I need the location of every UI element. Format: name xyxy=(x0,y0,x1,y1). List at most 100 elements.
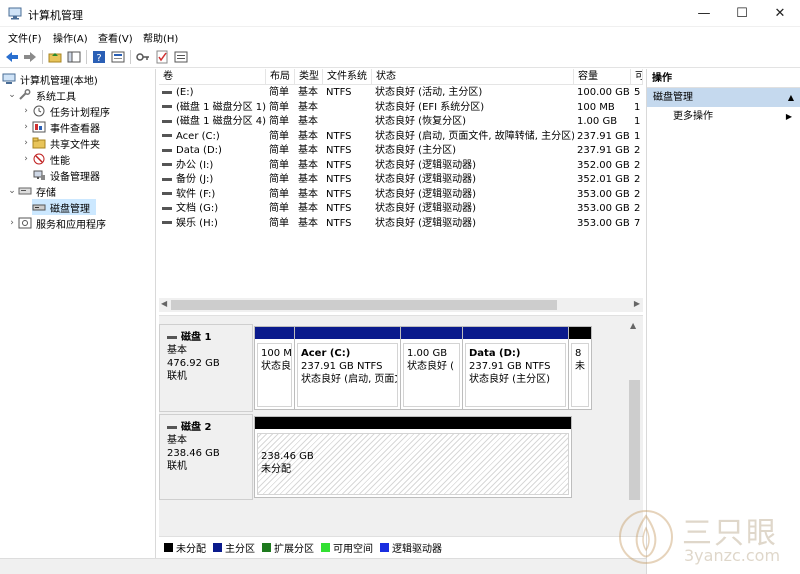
table-row[interactable]: 文档 (G:) 简单 基本 NTFS 状态良好 (逻辑驱动器) 353.00 G… xyxy=(159,202,643,217)
cell-layout: 简单 xyxy=(269,116,289,127)
legend-label: 未分配 xyxy=(176,544,206,555)
cell-capacity: 237.91 GB xyxy=(577,145,630,156)
checklist-icon[interactable] xyxy=(154,49,170,65)
menu-action[interactable]: 操作(A) xyxy=(53,30,88,45)
cell-layout: 简单 xyxy=(269,159,289,171)
chevron-down-icon[interactable]: ⌄ xyxy=(6,90,18,100)
console-tree: 计算机管理(本地) ⌄ 系统工具 › 任务计划程序 › 事件查看器 › 共享文件… xyxy=(0,69,156,574)
tree-item-system-tools[interactable]: ⌄ 系统工具 xyxy=(6,87,76,103)
export-list-icon[interactable] xyxy=(173,49,189,65)
tree-item-services-and-applications[interactable]: › 服务和应用程序 xyxy=(6,215,106,231)
actions-section-disk-management[interactable]: 磁盘管理 ▲ xyxy=(647,88,800,107)
cell-free: 1 xyxy=(634,116,641,127)
column-header-filesystem[interactable]: 文件系统 xyxy=(323,69,372,85)
column-header-capacity[interactable]: 容量 xyxy=(574,69,631,85)
key-icon[interactable] xyxy=(135,49,151,65)
tree-item-shared-folders[interactable]: › 共享文件夹 xyxy=(20,135,100,151)
cell-layout: 简单 xyxy=(269,145,289,156)
cell-volume: (磁盘 1 磁盘分区 1) xyxy=(176,101,266,113)
tree-item-label: 系统工具 xyxy=(36,91,76,103)
chevron-right-icon[interactable]: › xyxy=(20,106,32,116)
partition-recovery[interactable]: 1.00 GB 状态良好 ( xyxy=(401,327,463,409)
help-icon[interactable]: ? xyxy=(91,49,107,65)
cell-type: 基本 xyxy=(298,203,318,214)
scroll-up-icon[interactable]: ▲ xyxy=(630,321,636,330)
close-button[interactable]: ✕ xyxy=(761,0,799,27)
scrollbar-thumb[interactable] xyxy=(629,380,640,500)
event-viewer-icon xyxy=(32,121,46,133)
volume-icon xyxy=(162,134,172,137)
more-actions-item[interactable]: 更多操作 ▶ xyxy=(647,107,800,126)
cell-type: 基本 xyxy=(298,159,318,171)
volume-icon xyxy=(162,163,172,166)
column-header-free[interactable]: 可 xyxy=(631,69,643,85)
tree-item-computer-management[interactable]: 计算机管理(本地) xyxy=(2,71,98,87)
table-row[interactable]: 软件 (F:) 简单 基本 NTFS 状态良好 (逻辑驱动器) 353.00 G… xyxy=(159,188,643,203)
up-folder-icon[interactable] xyxy=(47,49,63,65)
table-row[interactable]: Acer (C:) 简单 基本 NTFS 状态良好 (启动, 页面文件, 故障转… xyxy=(159,130,643,145)
tree-item-storage[interactable]: ⌄ 存储 xyxy=(6,183,56,199)
cell-status: 状态良好 (逻辑驱动器) xyxy=(375,217,476,229)
table-row[interactable]: 娱乐 (H:) 简单 基本 NTFS 状态良好 (逻辑驱动器) 353.00 G… xyxy=(159,217,643,232)
cell-status: 状态良好 (主分区) xyxy=(375,145,456,156)
partition-c[interactable]: Acer (C:) 237.91 GB NTFS 状态良好 (启动, 页面文 xyxy=(295,327,401,409)
chevron-right-icon[interactable]: › xyxy=(20,138,32,148)
tree-item-performance[interactable]: › 性能 xyxy=(20,151,70,167)
partition-status: 未 xyxy=(575,361,585,372)
menu-file[interactable]: 文件(F) xyxy=(8,30,42,45)
tree-item-task-scheduler[interactable]: › 任务计划程序 xyxy=(20,103,110,119)
chevron-right-icon[interactable]: › xyxy=(20,122,32,132)
cell-filesystem: NTFS xyxy=(326,217,352,229)
chevron-right-icon[interactable]: › xyxy=(20,154,32,164)
computer-management-icon xyxy=(8,7,22,20)
cell-filesystem: NTFS xyxy=(326,203,352,214)
partition-size: 8 xyxy=(575,348,582,359)
properties-icon[interactable] xyxy=(110,49,126,65)
chevron-right-icon[interactable]: › xyxy=(6,218,18,228)
volume-icon xyxy=(162,221,172,224)
cell-capacity: 353.00 GB xyxy=(577,203,630,214)
tree-item-device-manager[interactable]: 设备管理器 xyxy=(32,167,100,183)
column-header-layout[interactable]: 布局 xyxy=(266,69,295,85)
menu-help[interactable]: 帮助(H) xyxy=(143,30,178,45)
disk-1-partition-map: 100 M 状态良 Acer (C:) 237.91 GB NTFS 状态良好 … xyxy=(254,326,592,410)
minimize-button[interactable]: — xyxy=(685,0,723,27)
table-row[interactable]: (磁盘 1 磁盘分区 4) 简单 基本 状态良好 (恢复分区) 1.00 GB … xyxy=(159,115,643,130)
cell-layout: 简单 xyxy=(269,87,289,98)
column-header-type[interactable]: 类型 xyxy=(295,69,323,85)
disk-1-label[interactable]: 磁盘 1 基本 476.92 GB 联机 xyxy=(159,324,253,412)
show-hide-console-tree-icon[interactable] xyxy=(66,49,82,65)
scroll-right-icon[interactable]: ▶ xyxy=(634,299,640,308)
cell-layout: 简单 xyxy=(269,217,289,229)
column-header-status[interactable]: 状态 xyxy=(372,69,574,85)
back-arrow-icon[interactable] xyxy=(4,49,20,65)
disk-2-label[interactable]: 磁盘 2 基本 238.46 GB 联机 xyxy=(159,414,253,500)
partition-unallocated[interactable]: 8 未 xyxy=(569,327,591,409)
table-row[interactable]: 备份 (J:) 简单 基本 NTFS 状态良好 (逻辑驱动器) 352.01 G… xyxy=(159,173,643,188)
table-row[interactable]: (E:) 简单 基本 NTFS 状态良好 (活动, 主分区) 100.00 GB… xyxy=(159,86,643,101)
cell-layout: 简单 xyxy=(269,101,289,113)
cell-volume: Data (D:) xyxy=(176,145,222,156)
forward-arrow-icon[interactable] xyxy=(22,49,38,65)
partition-unallocated[interactable]: 238.46 GB 未分配 xyxy=(255,417,571,497)
tree-item-disk-management[interactable]: 磁盘管理 xyxy=(32,199,96,215)
maximize-button[interactable]: ☐ xyxy=(723,0,761,27)
chevron-down-icon[interactable]: ⌄ xyxy=(6,186,18,196)
horizontal-scrollbar[interactable]: ◀ ▶ xyxy=(159,298,643,312)
menu-view[interactable]: 查看(V) xyxy=(98,30,133,45)
partition-efi[interactable]: 100 M 状态良 xyxy=(255,327,295,409)
scrollbar-thumb[interactable] xyxy=(171,300,557,310)
cell-filesystem: NTFS xyxy=(326,188,352,200)
tree-item-event-viewer[interactable]: › 事件查看器 xyxy=(20,119,100,135)
collapse-up-icon[interactable]: ▲ xyxy=(788,88,794,107)
column-header-volume[interactable]: 卷 xyxy=(159,69,266,85)
table-row[interactable]: Data (D:) 简单 基本 NTFS 状态良好 (主分区) 237.91 G… xyxy=(159,144,643,159)
legend-label: 可用空间 xyxy=(333,544,373,555)
menu-bar: 文件(F) 操作(A) 查看(V) 帮助(H) xyxy=(0,27,800,46)
scroll-left-icon[interactable]: ◀ xyxy=(161,299,167,308)
tree-item-label: 存储 xyxy=(36,187,56,199)
table-row[interactable]: (磁盘 1 磁盘分区 1) 简单 基本 状态良好 (EFI 系统分区) 100 … xyxy=(159,101,643,116)
table-row[interactable]: 办公 (I:) 简单 基本 NTFS 状态良好 (逻辑驱动器) 352.00 G… xyxy=(159,159,643,174)
partition-d[interactable]: Data (D:) 237.91 GB NTFS 状态良好 (主分区) xyxy=(463,327,569,409)
cell-volume: 软件 (F:) xyxy=(176,188,216,200)
